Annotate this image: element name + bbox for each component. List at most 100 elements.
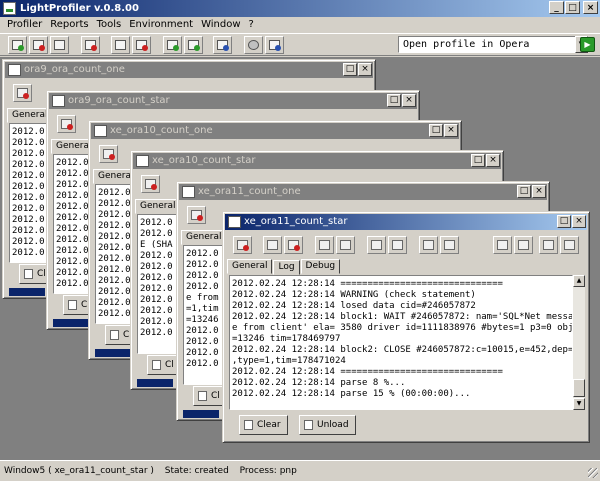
maximize-button[interactable]: □ — [343, 63, 357, 76]
tab-general[interactable]: General — [227, 259, 273, 274]
resize-grip[interactable] — [588, 468, 598, 478]
print-button[interactable] — [440, 236, 459, 254]
play-all-button[interactable] — [184, 36, 203, 54]
edit-button[interactable] — [213, 36, 232, 54]
menu-environment[interactable]: Environment — [125, 17, 197, 33]
log-line: 2012.0 — [98, 199, 131, 209]
log-output[interactable]: 2012.0 2012.0 2012.0 2012.0 2012.0 2012.… — [53, 154, 93, 294]
stop-button[interactable] — [81, 36, 100, 54]
maximize-button[interactable]: □ — [565, 1, 580, 14]
export-button[interactable] — [336, 236, 355, 254]
close-button[interactable]: × — [402, 94, 416, 107]
window-titlebar[interactable]: xe_ora11_count_star □ × — [225, 214, 587, 230]
log-output[interactable]: 2012.02.24 12:28:14 ====================… — [229, 275, 573, 410]
tab-general[interactable]: General — [181, 230, 227, 245]
stop-button[interactable] — [141, 175, 160, 193]
tab-general[interactable]: General — [135, 199, 181, 214]
window-titlebar[interactable]: xe_ora11_count_one □ × — [179, 184, 547, 200]
menu-profiler[interactable]: Profiler — [3, 17, 46, 33]
unload-button[interactable]: Unload — [299, 415, 356, 435]
log-line: 2012.0 — [12, 237, 45, 247]
minimize-button[interactable]: _ — [549, 1, 564, 14]
stop-icon — [103, 149, 115, 160]
close-button[interactable]: × — [358, 63, 372, 76]
forward-icon — [518, 240, 529, 250]
maximize-button[interactable]: □ — [471, 154, 485, 167]
filter-button[interactable] — [367, 236, 386, 254]
close-button[interactable]: × — [572, 215, 586, 228]
stop-button[interactable] — [187, 206, 206, 224]
tab-debug[interactable]: Debug — [300, 259, 341, 274]
clear-button[interactable]: Clear — [239, 415, 288, 435]
open-button[interactable] — [388, 236, 407, 254]
zoom-out-button[interactable] — [560, 236, 579, 254]
log-line: 2012.0 — [12, 127, 45, 137]
remove-icon — [136, 40, 148, 51]
new-profile-button[interactable] — [8, 36, 27, 54]
scroll-thumb[interactable] — [573, 379, 585, 397]
view-button[interactable] — [265, 36, 284, 54]
log-line: 2012.0 — [12, 215, 45, 225]
log-line: 2012.0 — [98, 298, 131, 308]
window-titlebar[interactable]: ora9_ora_count_one □ × — [5, 62, 373, 78]
run-profile-button[interactable]: ▶ — [580, 37, 595, 52]
log-line: 2012.0 — [12, 149, 45, 159]
save-button[interactable] — [419, 236, 438, 254]
mdi-window-xe-ora11-count-star[interactable]: xe_ora11_count_star □ × General Log Debu… — [222, 211, 590, 443]
close-button[interactable]: × — [532, 185, 546, 198]
remove-button[interactable] — [284, 236, 303, 254]
log-line: 2012.0 — [140, 295, 173, 305]
copy-button[interactable] — [111, 36, 130, 54]
stop-button[interactable] — [233, 236, 252, 254]
progress-bar — [137, 379, 173, 387]
play-button[interactable] — [163, 36, 182, 54]
maximize-button[interactable]: □ — [557, 215, 571, 228]
stop-button[interactable] — [99, 145, 118, 163]
stop-button[interactable] — [13, 84, 32, 102]
forward-button[interactable] — [514, 236, 533, 254]
log-output[interactable]: 2012.0 2012.0 2012.0 2012.0 e from =1,ti… — [183, 245, 223, 385]
maximize-button[interactable]: □ — [429, 124, 443, 137]
tab-log[interactable]: Log — [273, 260, 300, 275]
log-scrollbar[interactable]: ▲ ▼ — [573, 275, 585, 410]
maximize-button[interactable]: □ — [517, 185, 531, 198]
window-titlebar[interactable]: xe_ora10_count_star □ × — [133, 153, 501, 169]
settings-button[interactable] — [244, 36, 263, 54]
delete-profile-button[interactable] — [29, 36, 48, 54]
stop-button[interactable] — [57, 115, 76, 133]
close-button[interactable]: × — [444, 124, 458, 137]
log-line: 2012.0 — [140, 229, 173, 239]
window-controls: □ × — [429, 124, 458, 137]
window-controls: □ × — [387, 94, 416, 107]
app-logo-icon — [3, 2, 16, 15]
close-button[interactable]: × — [583, 1, 598, 14]
unload-label: Unload — [317, 420, 349, 430]
report-button[interactable] — [315, 236, 334, 254]
remove-button[interactable] — [132, 36, 151, 54]
log-line: 2012.0 — [12, 193, 45, 203]
menu-tools[interactable]: Tools — [93, 17, 126, 33]
save-icon — [423, 240, 434, 250]
copy-button[interactable] — [263, 236, 282, 254]
window-titlebar[interactable]: xe_ora10_count_one □ × — [91, 123, 459, 139]
log-output[interactable]: 2012.0 2012.0 2012.0 2012.0 2012.0 2012.… — [95, 184, 135, 324]
maximize-button[interactable]: □ — [387, 94, 401, 107]
log-line: 2012.0 — [56, 235, 89, 245]
clone-profile-button[interactable] — [50, 36, 69, 54]
log-line: 2012.0 — [140, 218, 173, 228]
tab-strip: General — [181, 229, 227, 245]
profile-select[interactable]: Open profile in Opera — [398, 36, 576, 53]
back-button[interactable] — [493, 236, 512, 254]
menu-reports[interactable]: Reports — [46, 17, 92, 33]
log-line: 2012.02.24 12:28:14 losed data cid=#2460… — [232, 301, 476, 311]
view-icon — [269, 40, 281, 51]
close-button[interactable]: × — [486, 154, 500, 167]
zoom-in-button[interactable] — [539, 236, 558, 254]
log-output[interactable]: 2012.0 2012.0 E (SHA 2012.0 2012.0 2012.… — [137, 214, 177, 354]
menu-help[interactable]: ? — [245, 17, 258, 33]
menu-window[interactable]: Window — [197, 17, 244, 33]
scroll-down-icon[interactable]: ▼ — [573, 398, 585, 410]
window-titlebar[interactable]: ora9_ora_count_star □ × — [49, 93, 417, 109]
scroll-up-icon[interactable]: ▲ — [573, 275, 585, 287]
log-output[interactable]: 2012.0 2012.0 2012.0 2012.0 2012.0 2012.… — [9, 123, 49, 263]
